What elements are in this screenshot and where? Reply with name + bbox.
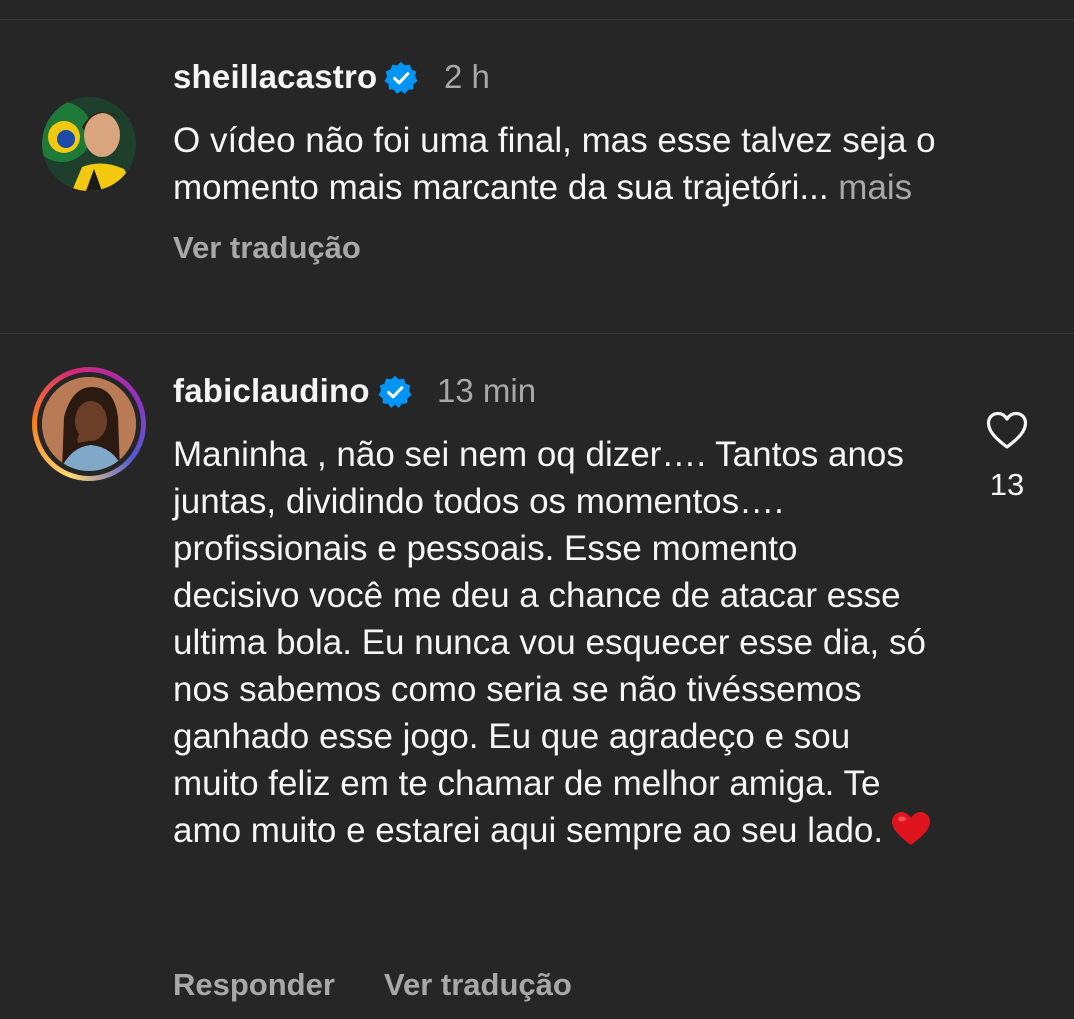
- more-link[interactable]: mais: [829, 168, 912, 207]
- comment-text: Maninha , não sei nem oq dizer…. Tantos …: [173, 431, 933, 859]
- red-heart-emoji-icon: [891, 811, 931, 859]
- comment-timestamp: 13 min: [437, 372, 537, 409]
- avatar-fabiclaudino[interactable]: [42, 377, 136, 471]
- comment-username[interactable]: fabiclaudino: [173, 372, 370, 410]
- profile-photo-icon: [42, 377, 136, 471]
- see-translation-button[interactable]: Ver tradução: [384, 967, 572, 1003]
- see-translation-button[interactable]: Ver tradução: [173, 230, 361, 266]
- verified-badge-icon: [378, 375, 412, 408]
- avatar-sheillacastro[interactable]: [42, 97, 136, 191]
- comment-divider: [0, 333, 1074, 334]
- story-ring[interactable]: [32, 367, 146, 481]
- top-divider: [0, 19, 1074, 20]
- comment-timestamp: 2 h: [444, 58, 490, 95]
- profile-photo-icon: [42, 97, 136, 191]
- comment-body: Maninha , não sei nem oq dizer…. Tantos …: [173, 435, 926, 850]
- comment-text: O vídeo não foi uma final, mas esse talv…: [173, 117, 1053, 211]
- verified-badge-icon: [384, 61, 418, 94]
- comment-username[interactable]: sheillacastro: [173, 58, 377, 96]
- comment-body: O vídeo não foi uma final, mas esse talv…: [173, 121, 936, 207]
- heart-icon[interactable]: [986, 410, 1028, 450]
- like-count: 13: [989, 467, 1025, 502]
- reply-button[interactable]: Responder: [173, 967, 335, 1003]
